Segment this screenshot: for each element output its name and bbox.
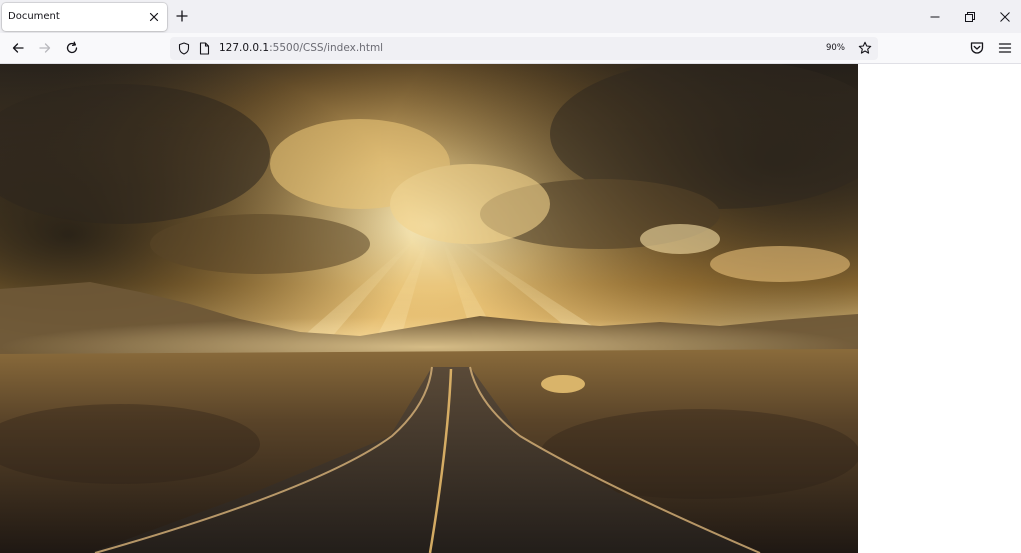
page-content xyxy=(0,64,1021,553)
address-bar[interactable]: 127.0.0.1:5500/CSS/index.html 90% xyxy=(170,37,878,60)
close-icon xyxy=(1000,12,1010,22)
hamburger-menu-icon[interactable] xyxy=(997,40,1013,56)
close-icon[interactable] xyxy=(148,11,160,23)
minimize-icon xyxy=(930,16,940,18)
url-host: 127.0.0.1 xyxy=(219,42,270,54)
arrow-left-icon[interactable] xyxy=(10,40,26,56)
url-path: :5500/CSS/index.html xyxy=(269,42,384,54)
reload-icon[interactable] xyxy=(64,40,80,56)
window-close-button[interactable] xyxy=(982,6,1021,28)
star-icon[interactable] xyxy=(858,41,872,55)
navigation-toolbar: 127.0.0.1:5500/CSS/index.html 90% xyxy=(0,33,1021,64)
hero-image xyxy=(0,64,858,553)
shield-icon[interactable] xyxy=(178,42,190,55)
zoom-level-badge[interactable]: 90% xyxy=(822,41,849,56)
pocket-icon[interactable] xyxy=(969,40,985,56)
page-icon[interactable] xyxy=(199,42,210,55)
tab-strip: Document xyxy=(0,0,1021,33)
tab-title: Document xyxy=(8,11,60,22)
plus-icon[interactable] xyxy=(175,9,189,23)
url-text[interactable]: 127.0.0.1:5500/CSS/index.html xyxy=(219,42,383,54)
restore-icon xyxy=(965,12,975,22)
arrow-right-icon[interactable] xyxy=(37,40,53,56)
tab-document[interactable]: Document xyxy=(2,3,167,31)
